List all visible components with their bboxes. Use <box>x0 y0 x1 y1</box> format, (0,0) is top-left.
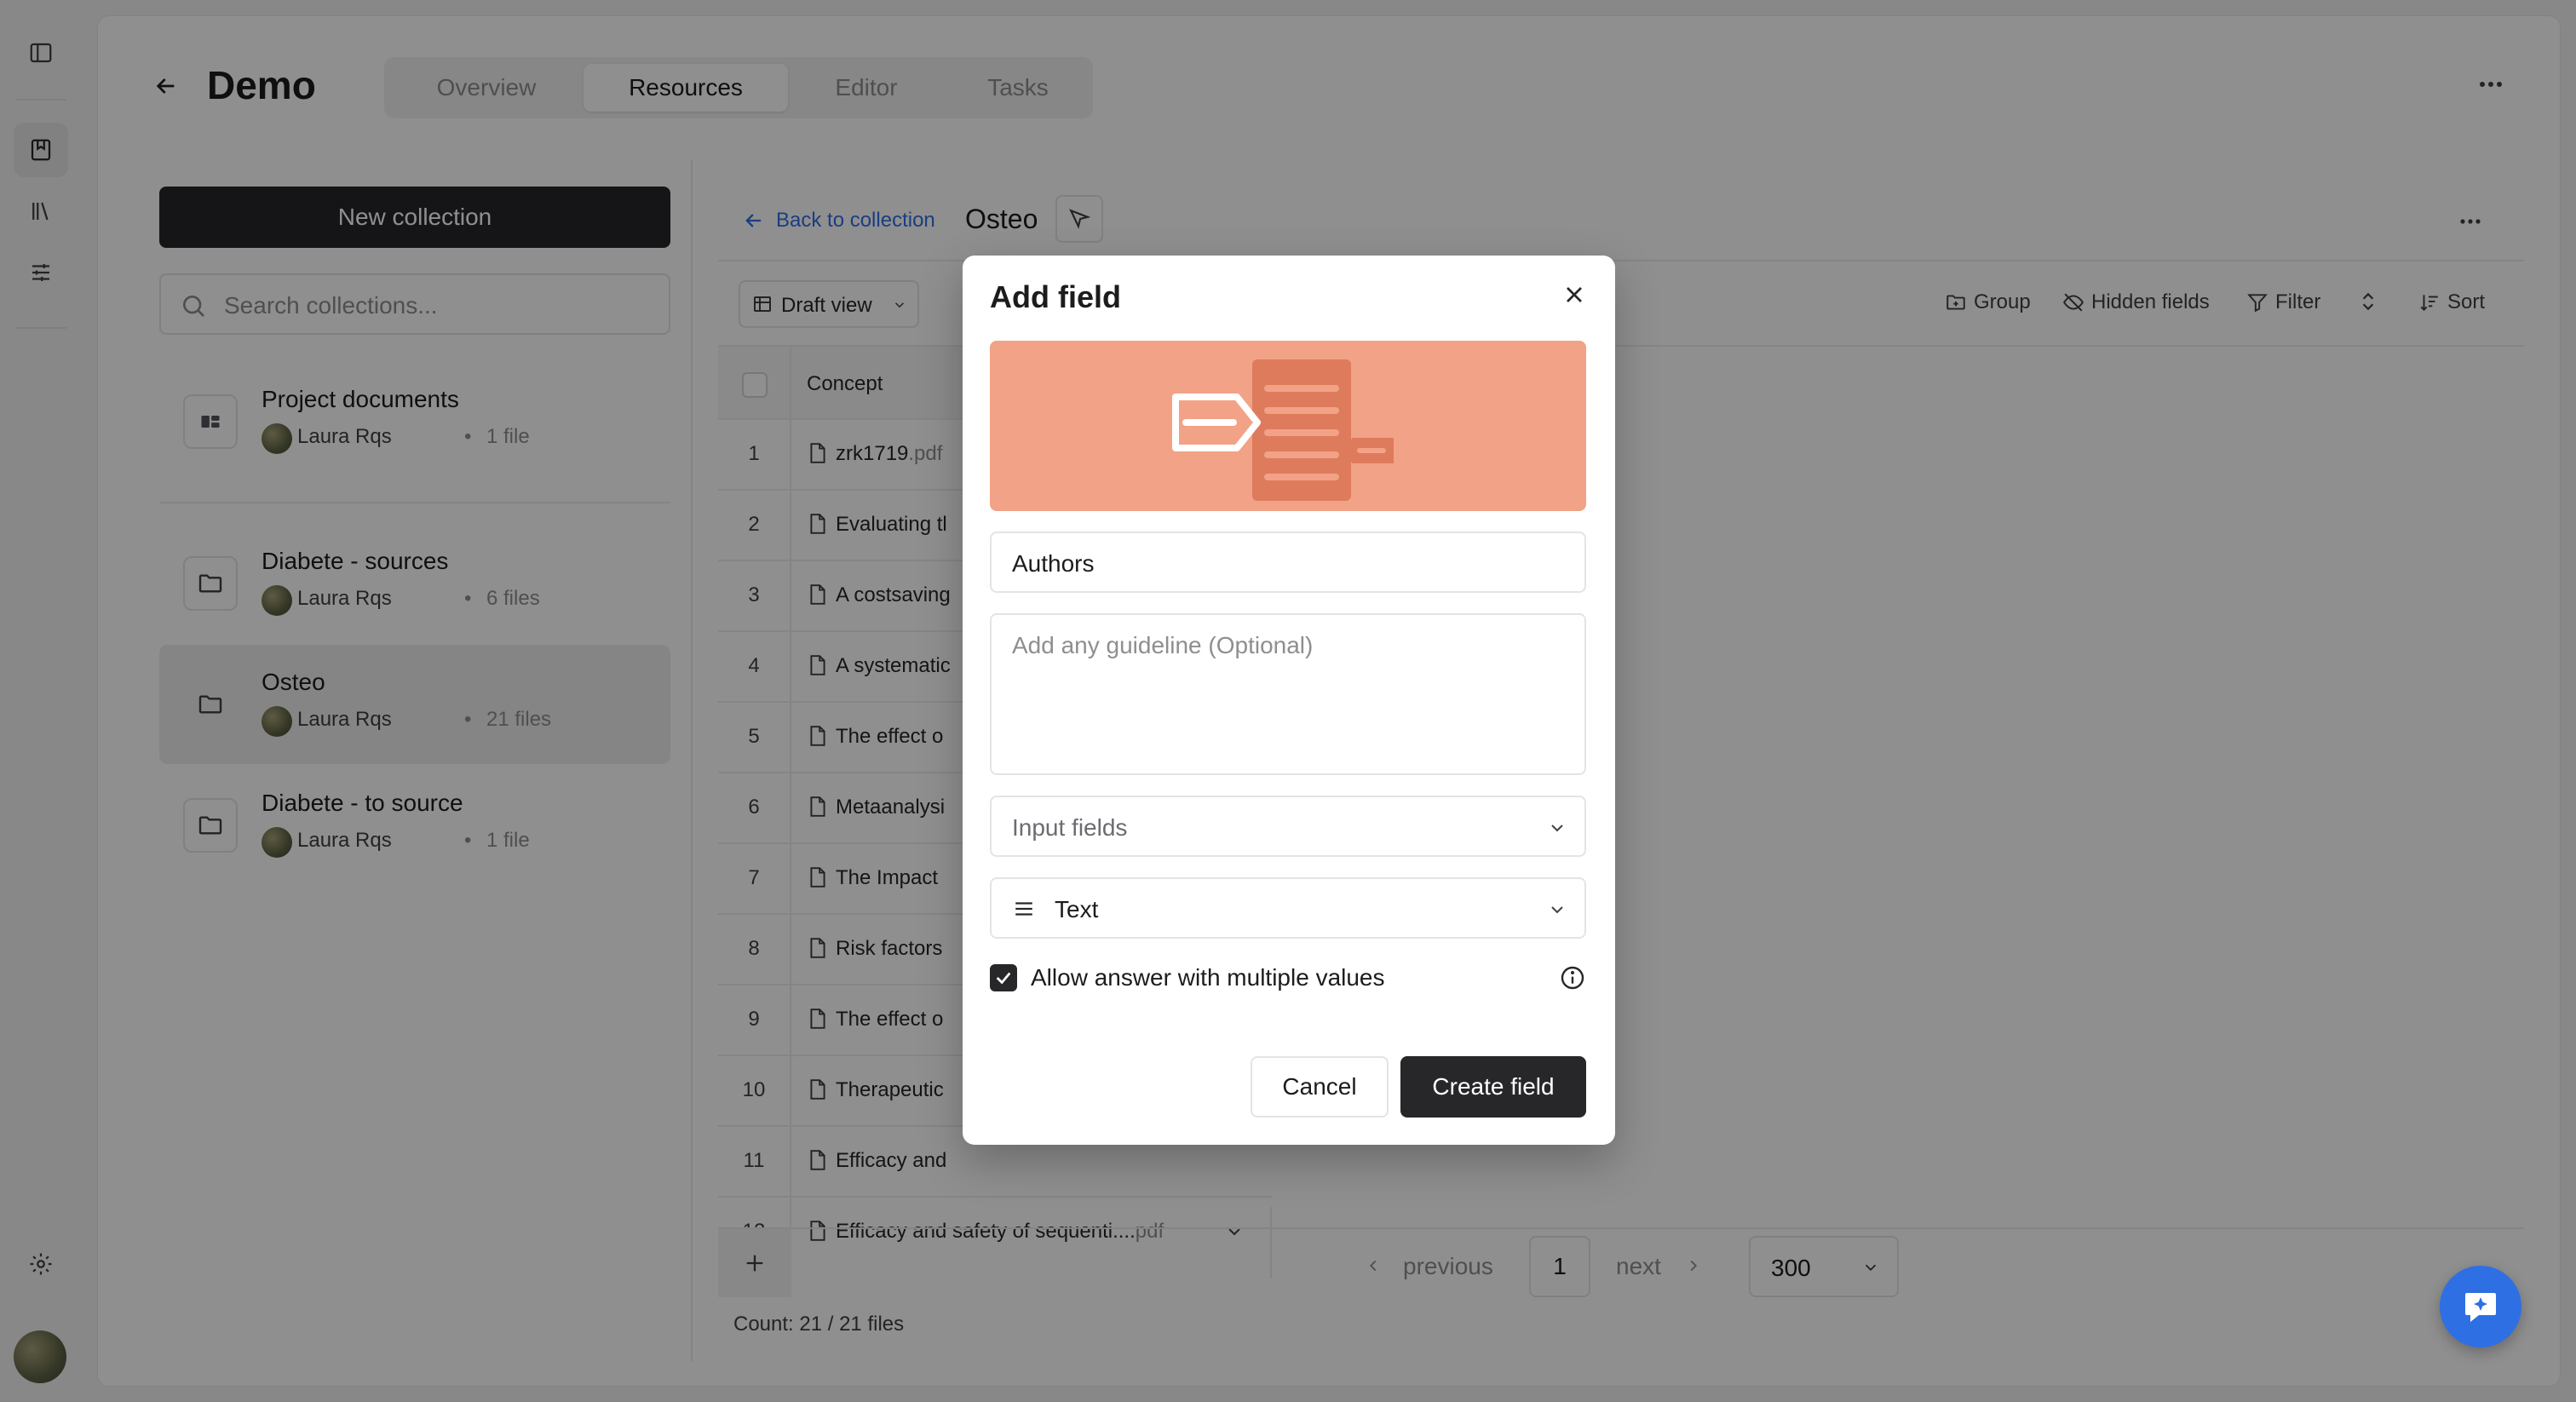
chevron-down-icon <box>1547 818 1567 838</box>
field-name-input[interactable]: Authors <box>990 531 1586 593</box>
multiple-values-label: Allow answer with multiple values <box>1031 964 1385 991</box>
field-type-select[interactable]: Text <box>990 877 1586 939</box>
dialog-title: Add field <box>990 279 1121 314</box>
info-icon[interactable] <box>1559 964 1586 991</box>
chat-sparkle-icon <box>2465 1293 2496 1322</box>
multiple-values-checkbox[interactable] <box>990 964 1017 991</box>
document-tag-icon <box>1172 359 1394 501</box>
chevron-down-icon <box>1547 899 1567 920</box>
text-lines-icon <box>1012 898 1036 920</box>
cancel-button[interactable]: Cancel <box>1251 1056 1389 1118</box>
close-icon[interactable] <box>1561 281 1588 308</box>
input-fields-select[interactable]: Input fields <box>990 796 1586 857</box>
add-field-dialog: Add field Authors Add any guideline (Opt… <box>963 256 1615 1145</box>
chat-assistant-button[interactable] <box>2440 1266 2521 1347</box>
guideline-textarea[interactable]: Add any guideline (Optional) <box>990 613 1586 775</box>
create-field-button[interactable]: Create field <box>1400 1056 1586 1118</box>
field-illustration-banner <box>990 341 1586 511</box>
checkmark-icon <box>996 972 1011 985</box>
